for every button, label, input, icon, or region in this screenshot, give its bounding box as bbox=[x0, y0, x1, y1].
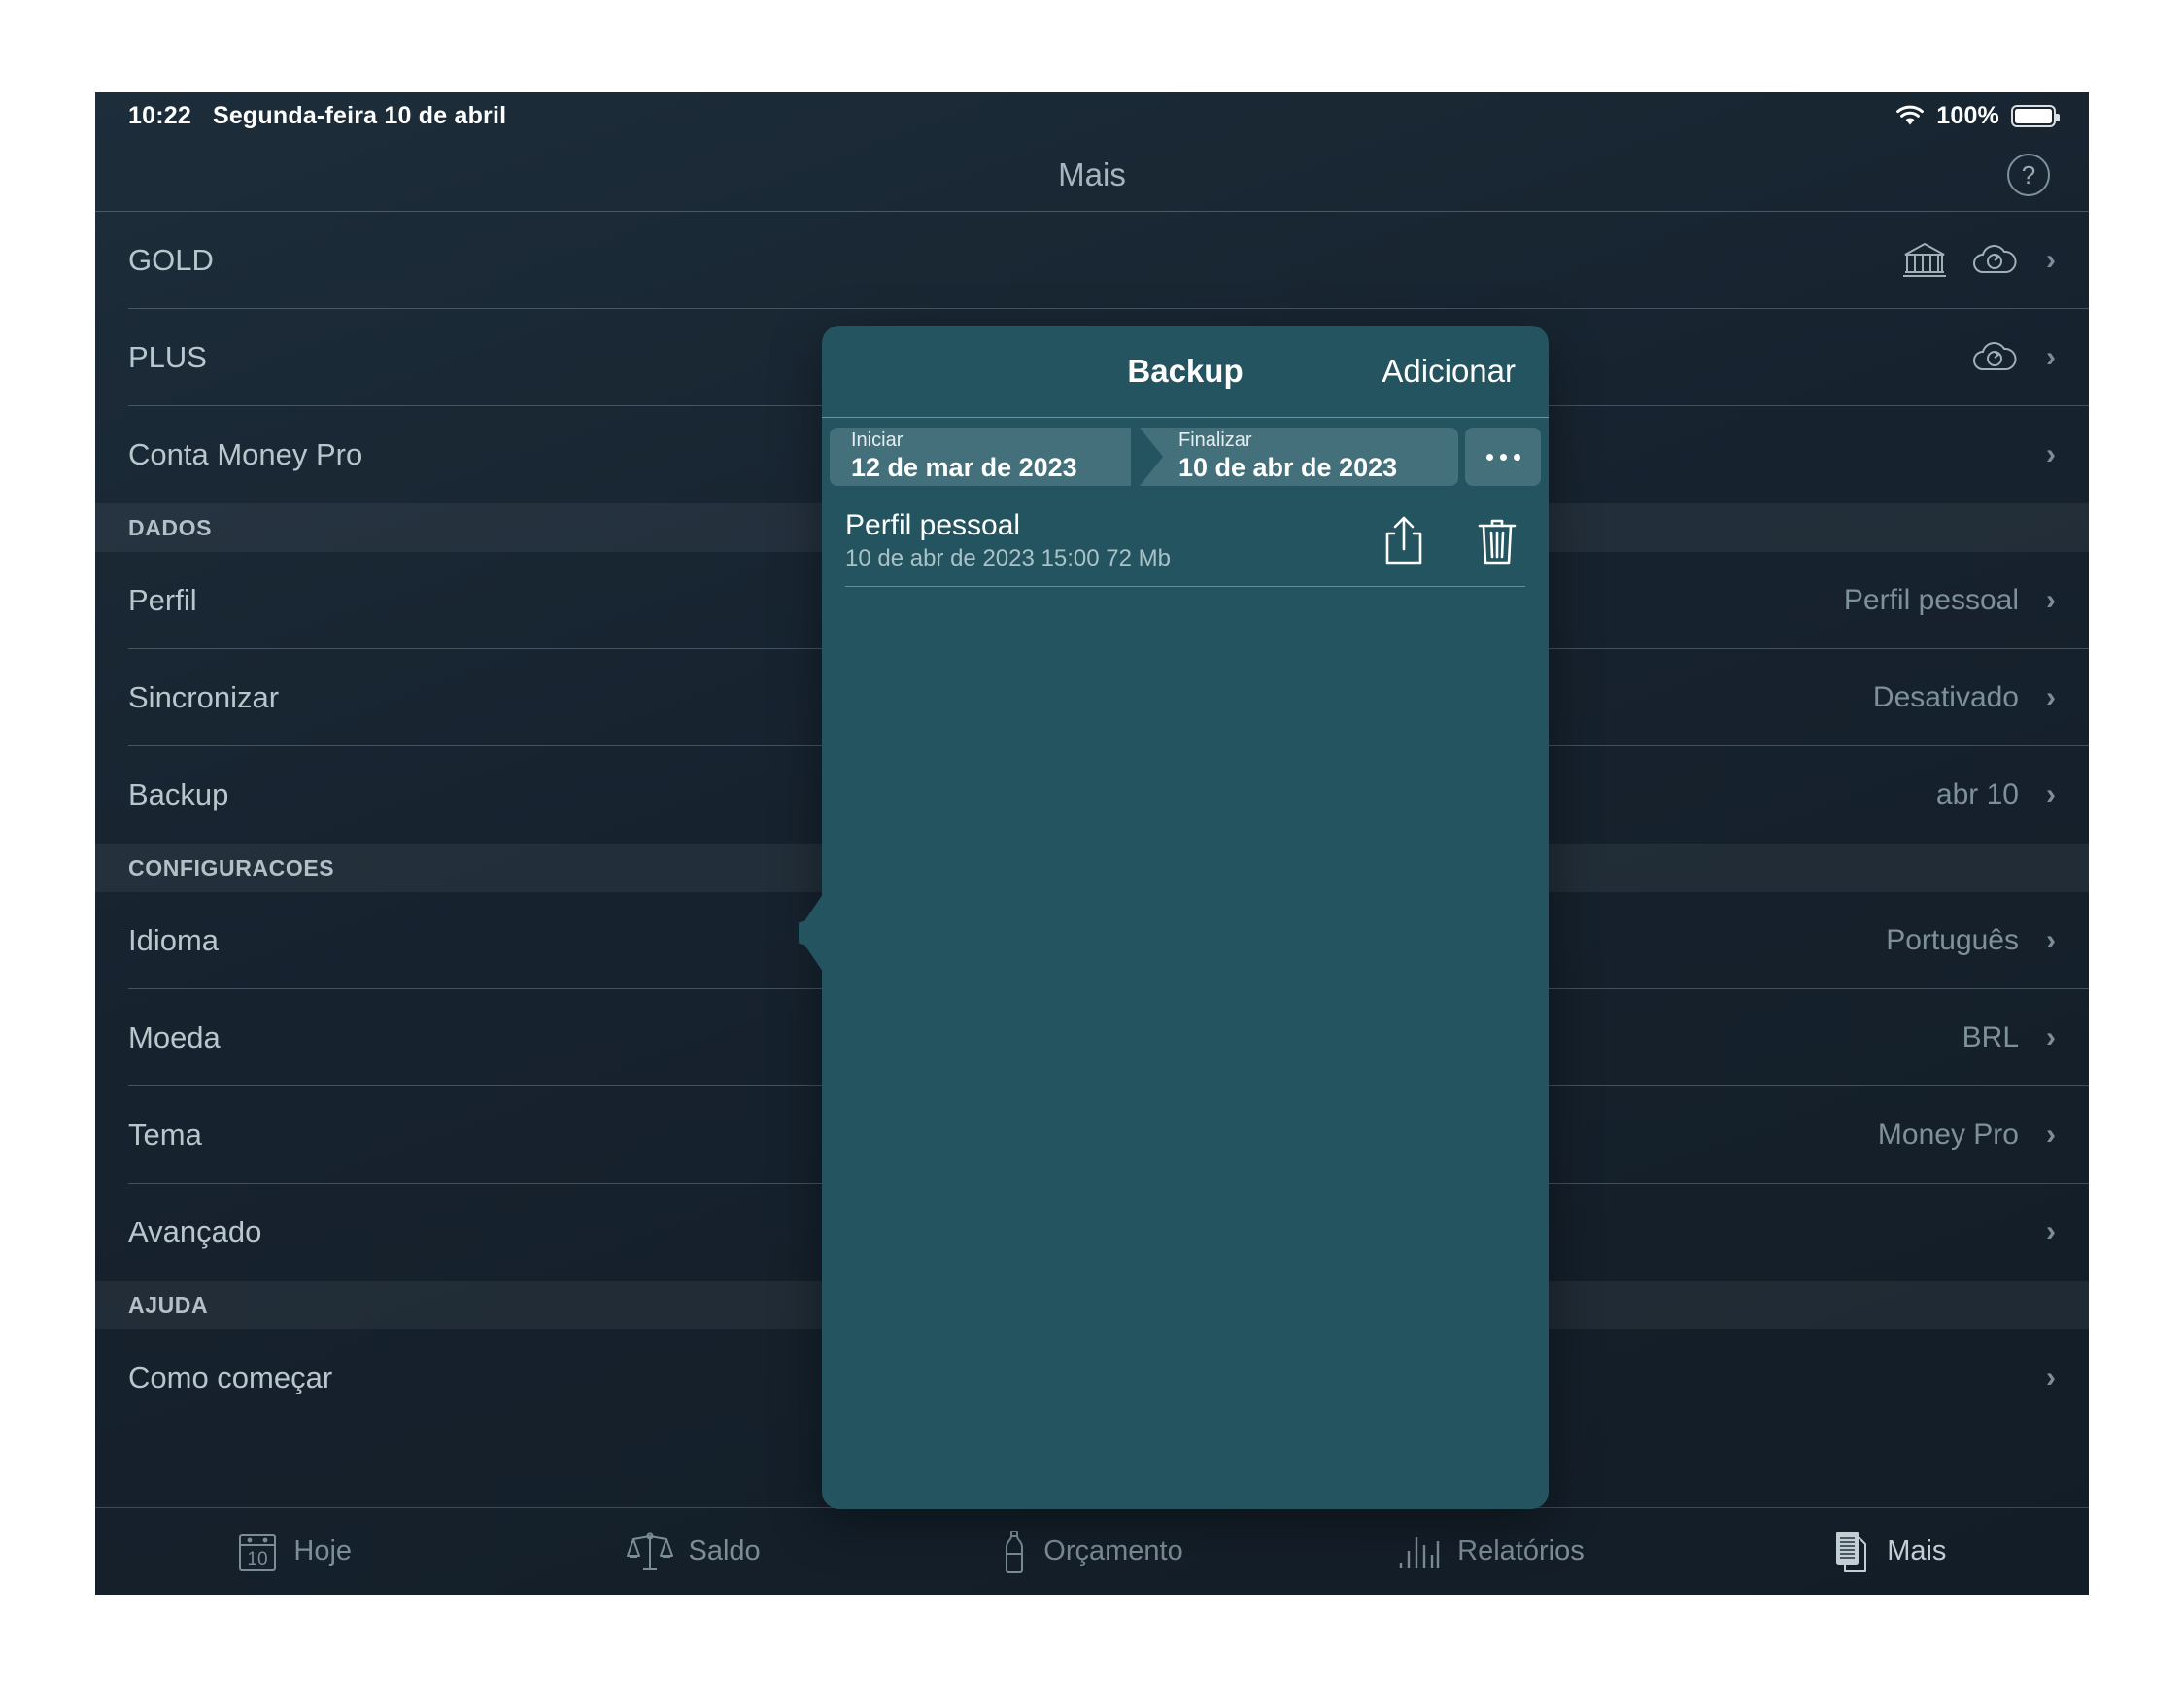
chevron-right-icon: › bbox=[2046, 1119, 2056, 1151]
backup-item-separator bbox=[845, 585, 1525, 587]
settings-row-accessory: Desativado › bbox=[1873, 681, 2056, 714]
range-start-button[interactable]: Iniciar 12 de mar de 2023 bbox=[830, 428, 1131, 486]
tab-label: Saldo bbox=[688, 1535, 761, 1566]
settings-row-value: Desativado bbox=[1872, 681, 2019, 713]
settings-row-label: Perfil bbox=[128, 583, 197, 617]
chevron-right-icon: › bbox=[2046, 244, 2056, 276]
settings-row-label: Backup bbox=[128, 777, 229, 811]
chevron-right-icon: › bbox=[2046, 778, 2056, 810]
settings-row-accessory: › bbox=[2042, 1363, 2056, 1393]
settings-row-accessory: › bbox=[2042, 440, 2056, 469]
tab-hoje[interactable]: 10 Hoje bbox=[95, 1508, 494, 1595]
range-start-caption: Iniciar bbox=[851, 430, 904, 452]
settings-row-accessory: Português › bbox=[1886, 924, 2056, 957]
settings-row-value: BRL bbox=[1962, 1021, 2019, 1053]
settings-row-gold[interactable]: GOLD › bbox=[95, 212, 2089, 309]
wifi-icon bbox=[1895, 104, 1925, 127]
chevron-right-icon: › bbox=[2046, 1361, 2056, 1394]
settings-row-label: Como começar bbox=[128, 1360, 333, 1394]
status-date: Segunda-feira 10 de abril bbox=[212, 101, 507, 129]
settings-row-value: Perfil pessoal bbox=[1843, 584, 2019, 616]
add-backup-button[interactable]: Adicionar bbox=[1382, 353, 1516, 390]
chevron-right-icon: › bbox=[2046, 681, 2056, 713]
battery-percent: 100% bbox=[1936, 101, 1999, 129]
range-end-button[interactable]: Finalizar 10 de abr de 2023 bbox=[1138, 428, 1458, 486]
tab-label: Relatórios bbox=[1457, 1535, 1585, 1566]
help-label: ? bbox=[2021, 159, 2036, 189]
settings-row-label: Conta Money Pro bbox=[128, 437, 363, 471]
status-time: 10:22 bbox=[128, 101, 191, 129]
chevron-right-icon: › bbox=[2046, 1216, 2056, 1248]
settings-row-accessory: BRL › bbox=[1962, 1021, 2056, 1054]
settings-row-label: Idioma bbox=[128, 923, 220, 957]
cloud-sync-icon bbox=[1970, 242, 2019, 279]
tab-relatórios[interactable]: Relatórios bbox=[1291, 1508, 1689, 1595]
backup-item-actions bbox=[1382, 514, 1519, 567]
nav-bar: Mais ? bbox=[95, 139, 2089, 212]
documents-icon bbox=[1832, 1530, 1871, 1574]
ipad-screen: 10:22 Segunda-feira 10 de abril 100% Mai… bbox=[95, 92, 2089, 1595]
share-icon[interactable] bbox=[1382, 514, 1426, 567]
chevron-right-icon: › bbox=[2046, 438, 2056, 470]
settings-row-label: PLUS bbox=[128, 340, 207, 374]
tab-bar: 10 Hoje Saldo Orçamento Relatórios Mais bbox=[95, 1507, 2089, 1595]
calendar-10-icon: 10 bbox=[237, 1531, 278, 1573]
settings-row-label: Avançado bbox=[128, 1215, 262, 1249]
settings-row-label: Tema bbox=[128, 1118, 202, 1152]
svg-text:10: 10 bbox=[248, 1549, 268, 1569]
battery-full-icon bbox=[2011, 104, 2060, 127]
backup-item-name: Perfil pessoal bbox=[845, 508, 1021, 541]
settings-row-accessory: › bbox=[1970, 339, 2056, 376]
tab-orçamento[interactable]: Orçamento bbox=[893, 1508, 1291, 1595]
bottle-icon bbox=[1001, 1530, 1028, 1574]
page-title: Mais bbox=[1058, 156, 1126, 192]
tab-label: Hoje bbox=[293, 1535, 353, 1566]
backup-items-list: Perfil pessoal 10 de abr de 2023 15:00 72… bbox=[822, 494, 1549, 587]
settings-row-label: Moeda bbox=[128, 1020, 221, 1054]
range-end-value: 10 de abr de 2023 bbox=[1178, 453, 1398, 483]
settings-row-accessory: abr 10 › bbox=[1936, 778, 2056, 811]
section-header-label: AJUDA bbox=[128, 1291, 209, 1318]
trash-icon[interactable] bbox=[1475, 514, 1519, 567]
backup-popover: Backup Adicionar Iniciar 12 de mar de 20… bbox=[799, 326, 1549, 1509]
settings-row-value: Money Pro bbox=[1877, 1119, 2019, 1151]
tab-mais[interactable]: Mais bbox=[1690, 1508, 2089, 1595]
backup-list-item[interactable]: Perfil pessoal 10 de abr de 2023 15:00 72… bbox=[822, 494, 1549, 587]
tab-label: Mais bbox=[1887, 1535, 1947, 1566]
chevron-separator-icon bbox=[1138, 428, 1171, 486]
chevron-right-icon: › bbox=[2046, 1021, 2056, 1053]
chevron-right-icon: › bbox=[2046, 584, 2056, 616]
date-range-toolbar: Iniciar 12 de mar de 2023 Finalizar 10 d… bbox=[822, 418, 1549, 494]
settings-row-value: Português bbox=[1886, 924, 2019, 956]
bank-icon bbox=[1902, 240, 1947, 281]
settings-row-accessory: Money Pro › bbox=[1878, 1119, 2056, 1152]
chevron-right-icon: › bbox=[2046, 341, 2056, 373]
range-start-value: 12 de mar de 2023 bbox=[851, 453, 1077, 483]
scales-icon bbox=[626, 1531, 673, 1573]
settings-row-value: abr 10 bbox=[1935, 778, 2019, 810]
settings-row-label: Sincronizar bbox=[128, 680, 280, 714]
chevron-right-icon: › bbox=[2046, 924, 2056, 956]
settings-row-accessory: Perfil pessoal › bbox=[1844, 584, 2056, 617]
popover-arrow bbox=[799, 894, 823, 972]
status-bar: 10:22 Segunda-feira 10 de abril 100% bbox=[95, 92, 2089, 139]
settings-row-label: GOLD bbox=[128, 243, 214, 277]
backup-item-meta: 10 de abr de 2023 15:00 72 Mb bbox=[845, 544, 1171, 571]
question-mark-circle-icon[interactable]: ? bbox=[2007, 154, 2050, 196]
settings-row-accessory: › bbox=[2042, 1218, 2056, 1247]
range-end-caption: Finalizar bbox=[1178, 430, 1252, 452]
section-header-label: CONFIGURACOES bbox=[128, 854, 335, 880]
settings-row-accessory: › bbox=[1902, 240, 2056, 281]
tab-label: Orçamento bbox=[1043, 1535, 1183, 1566]
popover-header: Backup Adicionar bbox=[822, 326, 1549, 418]
ellipsis-icon[interactable] bbox=[1465, 428, 1541, 486]
bar-chart-icon bbox=[1397, 1532, 1442, 1572]
tab-saldo[interactable]: Saldo bbox=[494, 1508, 892, 1595]
backup-item-text: Perfil pessoal 10 de abr de 2023 15:00 72… bbox=[845, 509, 1171, 571]
section-header-label: DADOS bbox=[128, 514, 213, 540]
cloud-sync-icon bbox=[1970, 339, 2019, 376]
